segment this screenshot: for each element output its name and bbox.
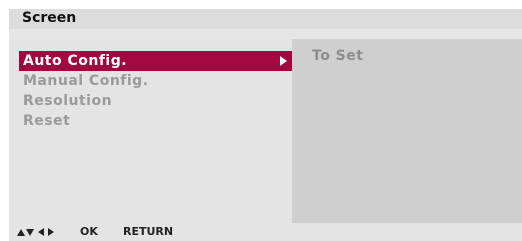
osd-screen-menu: Screen Auto Config. Manual Config. Resol… — [9, 9, 522, 241]
arrow-left-icon — [38, 228, 44, 236]
footer-help-bar: OK RETURN — [9, 223, 522, 241]
menu-list-panel: Auto Config. Manual Config. Resolution R… — [9, 39, 293, 223]
submenu-panel: To Set — [292, 39, 522, 223]
ok-hint: OK — [80, 225, 98, 238]
chevron-right-icon — [280, 56, 287, 66]
menu-item-reset[interactable]: Reset — [19, 111, 293, 131]
arrow-up-icon — [17, 229, 25, 236]
arrow-right-icon — [48, 228, 54, 236]
arrow-down-icon — [26, 229, 34, 236]
menu-item-label: Resolution — [23, 93, 113, 109]
menu-item-label: Reset — [23, 113, 71, 129]
menu-title: Screen — [22, 10, 77, 26]
menu-item-auto-config[interactable]: Auto Config. — [19, 51, 293, 71]
menu-item-manual-config[interactable]: Manual Config. — [19, 71, 293, 91]
menu-item-resolution[interactable]: Resolution — [19, 91, 293, 111]
menu-item-label: Auto Config. — [23, 53, 128, 69]
title-bar: Screen — [9, 9, 522, 29]
navigation-arrows-icon — [17, 228, 65, 237]
submenu-value-to-set[interactable]: To Set — [312, 48, 363, 64]
menu-item-label: Manual Config. — [23, 73, 149, 89]
return-hint: RETURN — [123, 225, 174, 238]
